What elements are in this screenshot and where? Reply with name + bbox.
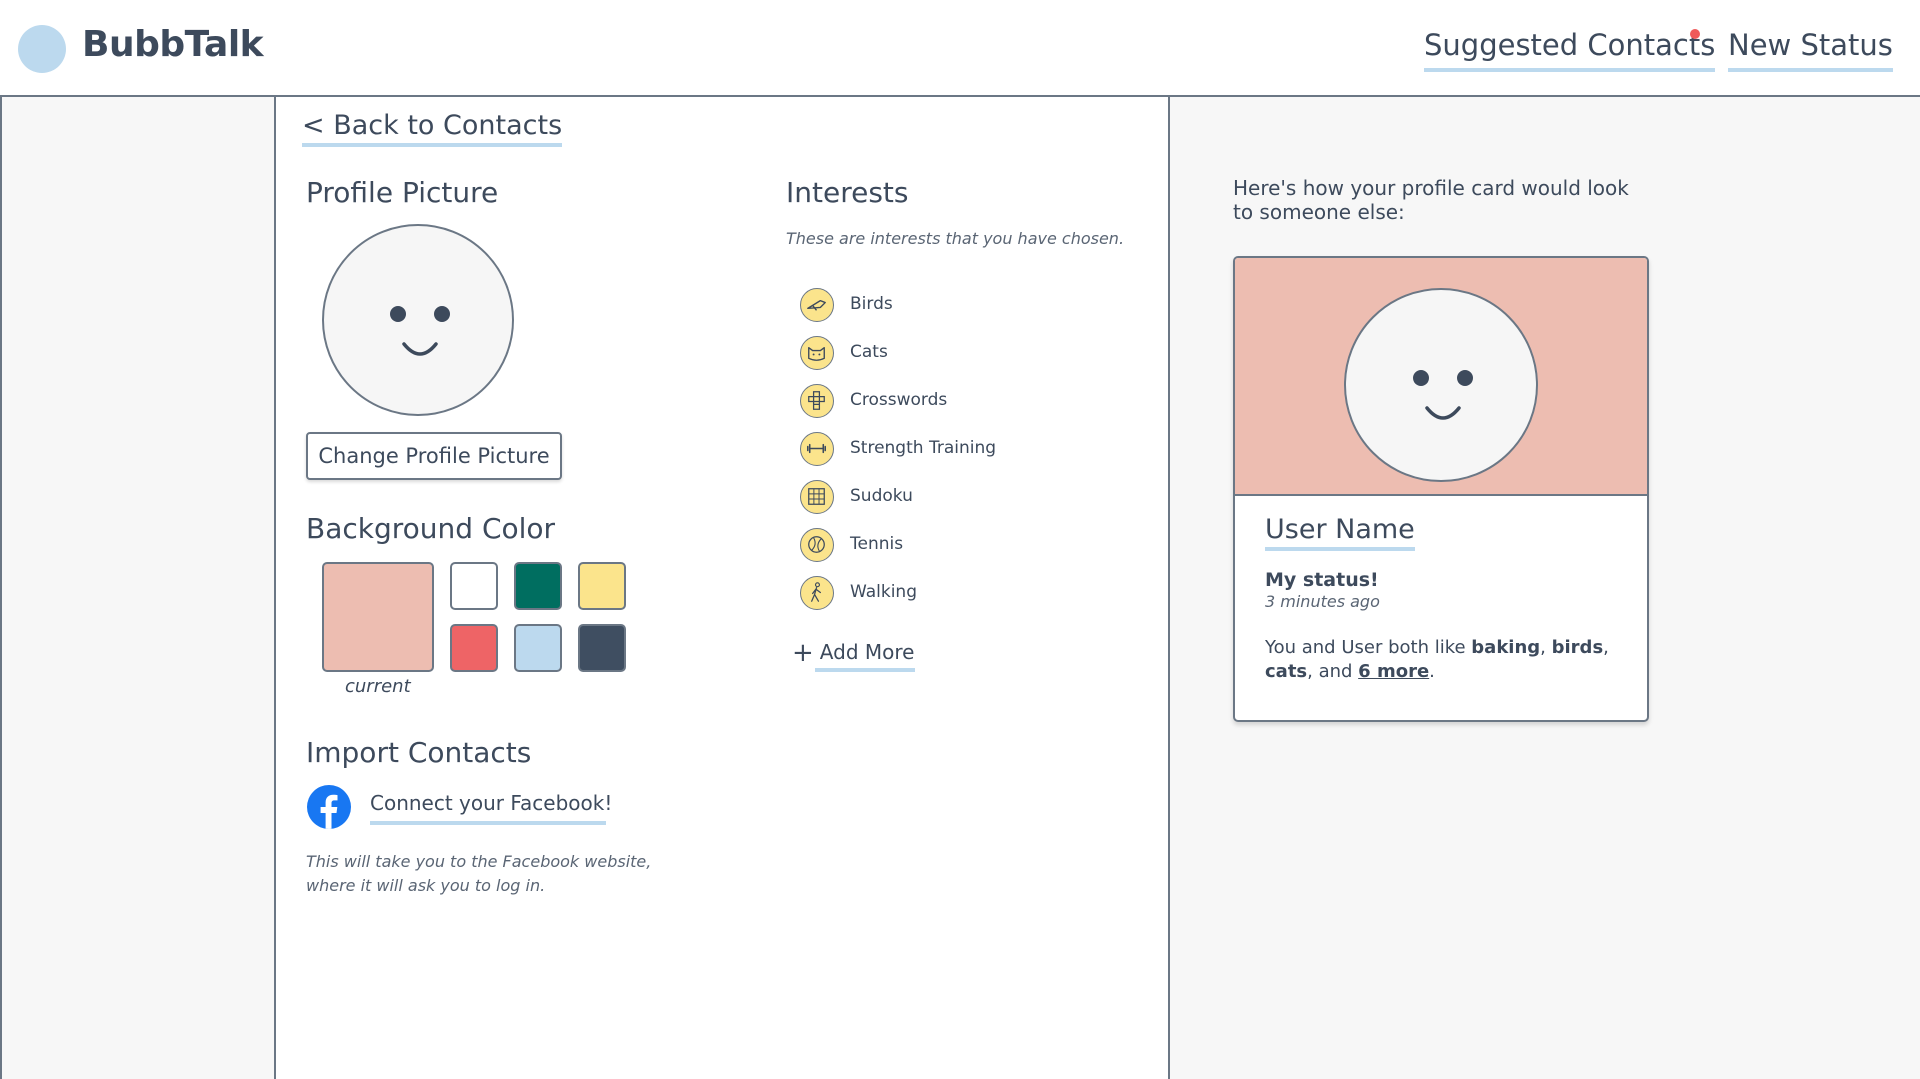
add-more-label: Add More — [819, 640, 915, 664]
profile-picture-title: Profile Picture — [306, 176, 499, 209]
interest-item-birds: Birds — [800, 288, 1100, 322]
interest-label: Birds — [850, 294, 893, 314]
preview-intro-text: Here's how your profile card would look … — [1233, 176, 1629, 224]
card-avatar — [1344, 288, 1538, 482]
interests-title: Interests — [786, 176, 909, 209]
like-item: baking — [1471, 637, 1541, 658]
interest-item-walking: Walking — [800, 576, 1100, 610]
interest-label: Strength Training — [850, 438, 997, 458]
connect-facebook-link[interactable]: Connect your Facebook! — [370, 791, 612, 825]
color-swatch-teal[interactable] — [514, 562, 562, 610]
nav-suggested-contacts[interactable]: Suggested Contacts — [1424, 28, 1716, 72]
likes-prefix: You and User both like — [1265, 637, 1472, 658]
interest-label: Tennis — [850, 534, 904, 554]
current-color-swatch — [322, 562, 434, 672]
likes-separator: , — [1603, 637, 1609, 658]
plus-icon: + — [792, 638, 814, 668]
interest-label: Crosswords — [850, 390, 948, 410]
back-to-contacts-link[interactable]: < Back to Contacts — [302, 110, 563, 147]
notification-dot-icon — [1690, 29, 1700, 39]
interest-label: Cats — [850, 342, 888, 362]
interest-item-crosswords: Crosswords — [800, 384, 1100, 418]
more-likes-link[interactable]: 6 more — [1358, 661, 1429, 682]
tennis-ball-icon — [800, 528, 834, 562]
smiley-face-icon — [390, 306, 450, 356]
add-more-interests-button[interactable]: + Add More — [792, 638, 914, 668]
card-user-name: User Name — [1265, 514, 1415, 551]
add-more-underline — [815, 668, 915, 672]
sudoku-grid-icon — [800, 480, 834, 514]
facebook-f-icon — [320, 794, 338, 829]
likes-separator: , — [1540, 637, 1552, 658]
bird-icon — [800, 288, 834, 322]
dumbbell-icon — [800, 432, 834, 466]
walking-person-icon — [800, 576, 834, 610]
facebook-note: This will take you to the Facebook websi… — [306, 852, 652, 895]
current-color-label: current — [345, 676, 411, 697]
logo-circle-icon — [18, 25, 66, 73]
interest-label: Sudoku — [850, 486, 913, 506]
interest-label: Walking — [850, 582, 917, 602]
card-shared-likes: You and User both like baking, birds, ca… — [1265, 636, 1635, 684]
interest-item-strength-training: Strength Training — [800, 432, 1100, 466]
crossword-icon — [800, 384, 834, 418]
interest-item-cats: Cats — [800, 336, 1100, 370]
interest-item-sudoku: Sudoku — [800, 480, 1100, 514]
color-swatch-yellow[interactable] — [578, 562, 626, 610]
card-status-text: My status! — [1265, 569, 1379, 591]
app-logo[interactable]: BubbTalk — [82, 24, 264, 65]
change-profile-picture-button[interactable]: Change Profile Picture — [306, 432, 562, 480]
color-swatch-red[interactable] — [450, 624, 498, 672]
facebook-icon[interactable] — [307, 785, 351, 829]
app-header: BubbTalk Suggested Contacts New Status — [0, 0, 1920, 97]
smiley-face-icon — [1413, 370, 1473, 420]
cat-icon — [800, 336, 834, 370]
background-color-title: Background Color — [306, 512, 556, 545]
color-swatch-white[interactable] — [450, 562, 498, 610]
profile-avatar — [322, 224, 514, 416]
card-status-time: 3 minutes ago — [1265, 592, 1380, 611]
nav-new-status[interactable]: New Status — [1728, 28, 1893, 72]
like-item: cats — [1265, 661, 1308, 682]
left-gutter — [0, 97, 276, 1079]
likes-suffix: . — [1429, 661, 1435, 682]
color-swatch-slate[interactable] — [578, 624, 626, 672]
like-item: birds — [1551, 637, 1604, 658]
profile-card-preview: User Name My status! 3 minutes ago You a… — [1233, 256, 1649, 722]
interest-item-tennis: Tennis — [800, 528, 1100, 562]
interests-subtitle: These are interests that you have chosen… — [786, 229, 1125, 248]
likes-separator: , and — [1307, 661, 1359, 682]
import-contacts-title: Import Contacts — [306, 736, 532, 769]
color-swatch-light-blue[interactable] — [514, 624, 562, 672]
